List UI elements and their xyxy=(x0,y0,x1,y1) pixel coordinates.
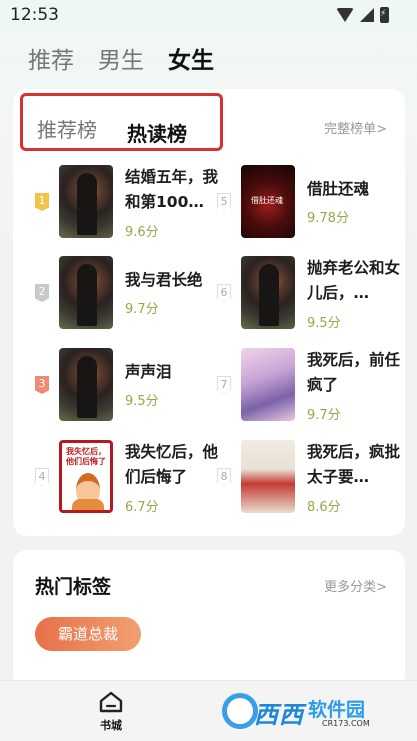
book-score: 9.7分 xyxy=(307,408,341,423)
book-score: 9.5分 xyxy=(307,316,341,331)
full-list-link[interactable]: 完整榜单> xyxy=(324,118,387,137)
book-title: 借肚还魂 xyxy=(307,180,370,198)
book-score: 6.7分 xyxy=(125,500,159,515)
status-time: 12:53 xyxy=(10,5,59,25)
top-tabs: 推荐 男生 女生 xyxy=(28,41,214,75)
book-score: 9.5分 xyxy=(125,394,159,409)
book-title: 结婚五年，我和第100… xyxy=(125,168,219,211)
book-item[interactable]: 6 抛弃老公和女儿后，… 9.5分 xyxy=(217,256,407,332)
cover-text: 借肚还魂 xyxy=(251,196,283,205)
ranking-card: 推荐榜 热读榜 完整榜单> 1 结婚五年，我和第100… 9.6分 2 我与君长… xyxy=(13,89,405,536)
more-categories-link[interactable]: 更多分类> xyxy=(324,576,387,595)
book-title: 我死后，前任疯了 xyxy=(307,351,401,394)
rank-tabs-highlight: 推荐榜 热读榜 xyxy=(20,93,223,151)
book-item[interactable]: 2 我与君长绝 9.7分 xyxy=(35,256,225,332)
status-bar: 12:53 xyxy=(0,0,417,30)
signal-icon xyxy=(360,8,374,22)
watermark-sub: CR173.COM xyxy=(322,719,370,728)
nav-bookstore[interactable]: 书城 xyxy=(96,691,126,733)
wifi-icon xyxy=(336,8,354,22)
status-icons xyxy=(336,7,389,23)
book-score: 8.6分 xyxy=(307,500,341,515)
tab-recommend[interactable]: 推荐 xyxy=(28,41,74,75)
tag-chip[interactable]: 霸道总裁 xyxy=(35,617,141,651)
book-title: 声声泪 xyxy=(125,363,172,381)
book-cover[interactable] xyxy=(59,165,113,238)
book-cover[interactable] xyxy=(241,348,295,421)
hot-tags-card: 热门标签 更多分类> 霸道总裁 xyxy=(13,550,405,690)
book-score: 9.78分 xyxy=(307,211,349,226)
rank-badge: 2 xyxy=(35,284,49,302)
tab-female[interactable]: 女生 xyxy=(168,41,214,75)
book-title: 我失忆后，他们后悔了 xyxy=(125,443,219,486)
book-title: 我与君长绝 xyxy=(125,271,203,289)
nav-bookstore-label: 书城 xyxy=(100,719,122,732)
book-item[interactable]: 8 我死后，疯批太子要… 8.6分 xyxy=(217,440,407,516)
rank-badge: 7 xyxy=(217,376,231,394)
book-item[interactable]: 3 声声泪 9.5分 xyxy=(35,348,225,424)
rank-badge: 1 xyxy=(35,193,49,211)
rank-badge: 3 xyxy=(35,376,49,394)
book-cover[interactable] xyxy=(241,440,295,513)
watermark: 西西 软件园 CR173.COM xyxy=(222,689,400,733)
tab-male[interactable]: 男生 xyxy=(98,41,144,75)
book-item[interactable]: 1 结婚五年，我和第100… 9.6分 xyxy=(35,165,225,241)
bottom-nav: 书城 西西 软件园 CR173.COM xyxy=(0,680,417,741)
book-item[interactable]: 5 借肚还魂 借肚还魂 9.78分 xyxy=(217,165,407,241)
book-cover[interactable] xyxy=(59,256,113,329)
rank-badge: 5 xyxy=(217,193,231,211)
book-score: 9.7分 xyxy=(125,302,159,317)
book-cover[interactable]: 借肚还魂 xyxy=(241,165,295,238)
tab-recommend-rank[interactable]: 推荐榜 xyxy=(37,114,97,143)
watermark-logo-icon xyxy=(222,693,258,729)
book-cover[interactable] xyxy=(59,348,113,421)
cover-text: 我失忆后，他们后悔了 xyxy=(66,447,106,466)
watermark-brand: 西西 xyxy=(254,701,304,729)
book-score: 9.6分 xyxy=(125,225,159,240)
book-title: 抛弃老公和女儿后，… xyxy=(307,259,401,302)
book-title: 我死后，疯批太子要… xyxy=(307,443,401,486)
battery-icon xyxy=(380,7,389,23)
home-icon xyxy=(99,691,123,713)
rank-badge: 6 xyxy=(217,284,231,302)
rank-badge: 4 xyxy=(35,468,49,486)
rank-badge: 8 xyxy=(217,468,231,486)
book-item[interactable]: 7 我死后，前任疯了 9.7分 xyxy=(217,348,407,424)
tab-hot-read-rank[interactable]: 热读榜 xyxy=(127,118,187,147)
book-item[interactable]: 4 我失忆后，他们后悔了 我失忆后，他们后悔了 6.7分 xyxy=(35,440,225,516)
hot-tags-title: 热门标签 xyxy=(35,576,112,598)
book-cover[interactable]: 我失忆后，他们后悔了 xyxy=(59,440,113,513)
book-cover[interactable] xyxy=(241,256,295,329)
watermark-text: 软件园 xyxy=(308,699,366,721)
